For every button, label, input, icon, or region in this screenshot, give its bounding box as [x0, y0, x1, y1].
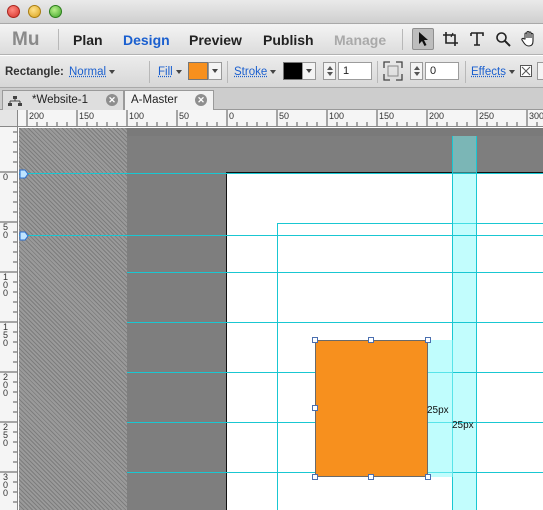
ruler-label: 250 [479, 111, 495, 121]
ruler-label: 150 [379, 111, 395, 121]
stroke-dropdown[interactable]: Stroke [234, 66, 277, 78]
resize-handle-nw[interactable] [312, 337, 318, 343]
close-tab-icon[interactable]: ✕ [106, 94, 118, 106]
ruler-label: 2 0 0 [3, 372, 9, 398]
tab-a-master[interactable]: A-Master ✕ [124, 90, 214, 111]
horizontal-guide[interactable] [19, 173, 543, 174]
crop-tool-button[interactable] [440, 28, 462, 50]
tab-website-1[interactable]: *Website-1 ✕ [2, 90, 124, 110]
spacing-measure-label: 25px [452, 420, 474, 431]
control-divider [149, 61, 150, 83]
resize-handle-n[interactable] [368, 337, 374, 343]
style-dropdown[interactable]: Normal [69, 66, 116, 78]
nav-divider [402, 29, 403, 50]
ruler-label: 100 [329, 111, 345, 121]
zoom-window-button[interactable] [49, 5, 62, 18]
resize-handle-s[interactable] [368, 474, 374, 480]
wrap-icon[interactable] [520, 65, 532, 77]
ruler-label: 0 [229, 111, 235, 121]
horizontal-guide[interactable] [19, 235, 543, 236]
hand-tool-button[interactable] [518, 28, 540, 50]
chevron-down-icon [212, 69, 218, 73]
main-navbar: Mu Plan Design Preview Publish Manage [0, 24, 543, 55]
column-gutter-guide [452, 136, 477, 510]
selection-arrow-icon [419, 32, 428, 46]
ruler-label: 100 [129, 111, 145, 121]
ruler-label: 150 [79, 111, 95, 121]
document-tabbar: *Website-1 ✕ A-Master ✕ [0, 88, 543, 111]
nav-divider [58, 29, 59, 50]
corner-radius-stepper[interactable] [410, 62, 423, 80]
design-canvas[interactable]: 25px 25px [19, 128, 543, 510]
text-tool-button[interactable] [466, 28, 488, 50]
resize-handle-w[interactable] [312, 405, 318, 411]
resize-handle-se[interactable] [425, 474, 431, 480]
close-tab-icon[interactable]: ✕ [195, 94, 207, 106]
stroke-width-stepper[interactable] [323, 62, 336, 80]
horizontal-guide[interactable] [127, 322, 543, 323]
chevron-down-icon [175, 69, 182, 74]
ruler-label: 200 [29, 111, 45, 121]
hand-icon [521, 30, 534, 47]
corner-radius-field[interactable]: 0 [425, 62, 459, 80]
ruler-label: 300 [529, 111, 543, 121]
selected-rectangle[interactable] [315, 340, 428, 477]
control-panel: Rectangle: Normal Fill Stroke 1 0 Effect… [0, 56, 543, 88]
pasteboard-hatch [19, 128, 127, 510]
ruler-label: 3 0 0 [3, 472, 9, 498]
chevron-down-icon [270, 69, 277, 74]
tab-label: A-Master [131, 94, 178, 106]
nav-plan[interactable]: Plan [73, 32, 103, 48]
selection-tool-button[interactable] [412, 28, 434, 50]
nav-publish[interactable]: Publish [263, 32, 314, 48]
ruler-label: 1 5 0 [3, 322, 9, 348]
resize-handle-ne[interactable] [425, 337, 431, 343]
zoom-icon [496, 32, 511, 47]
minimize-window-button[interactable] [28, 5, 41, 18]
nav-design[interactable]: Design [123, 32, 170, 48]
horizontal-guide[interactable] [127, 272, 543, 273]
control-divider [377, 61, 378, 83]
ruler-ticks [0, 131, 17, 503]
ruler-origin[interactable] [0, 110, 18, 127]
stroke-width-field[interactable]: 1 [338, 62, 372, 80]
resize-handle-sw[interactable] [312, 474, 318, 480]
chevron-down-icon [508, 69, 515, 74]
effects-dropdown[interactable]: Effects [471, 66, 515, 78]
chevron-down-icon [109, 69, 116, 74]
crop-icon [443, 32, 458, 46]
close-window-button[interactable] [7, 5, 20, 18]
ruler-label: 5 0 [3, 222, 9, 240]
muse-logo: Mu [12, 29, 40, 50]
guide-handle-icon[interactable] [19, 168, 29, 179]
ruler-label: 0 [3, 172, 9, 182]
nav-preview[interactable]: Preview [189, 32, 242, 48]
tab-label: *Website-1 [32, 94, 89, 106]
control-divider [465, 61, 466, 83]
horizontal-ruler[interactable]: 200 150 100 50 0 50 100 150 200 250 300 [18, 110, 543, 127]
ruler-label: 50 [279, 111, 290, 121]
window-titlebar [0, 0, 543, 24]
control-divider [227, 61, 228, 83]
guide-handle-icon[interactable] [19, 230, 29, 241]
more-options-button[interactable] [537, 62, 543, 80]
text-tool-icon [470, 32, 484, 46]
ruler-label: 200 [429, 111, 445, 121]
ruler-label: 1 0 0 [3, 272, 9, 298]
nav-manage[interactable]: Manage [334, 32, 386, 48]
spacing-measure-label: 25px [427, 405, 449, 416]
ruler-label: 50 [179, 111, 190, 121]
vertical-ruler[interactable]: 0 5 0 1 0 0 1 5 0 2 0 0 2 5 0 3 0 0 [0, 127, 18, 510]
zoom-tool-button[interactable] [492, 28, 514, 50]
fill-color-swatch[interactable] [188, 62, 208, 80]
stroke-color-swatch[interactable] [283, 62, 303, 80]
fill-menu-button[interactable] [208, 62, 222, 80]
chevron-down-icon [306, 69, 312, 73]
corner-radius-icon [382, 60, 404, 82]
ruler-label: 2 5 0 [3, 422, 9, 448]
sitemap-icon [8, 96, 22, 106]
object-type-label: Rectangle: [5, 66, 64, 78]
stroke-menu-button[interactable] [302, 62, 316, 80]
fill-dropdown[interactable]: Fill [158, 66, 182, 78]
